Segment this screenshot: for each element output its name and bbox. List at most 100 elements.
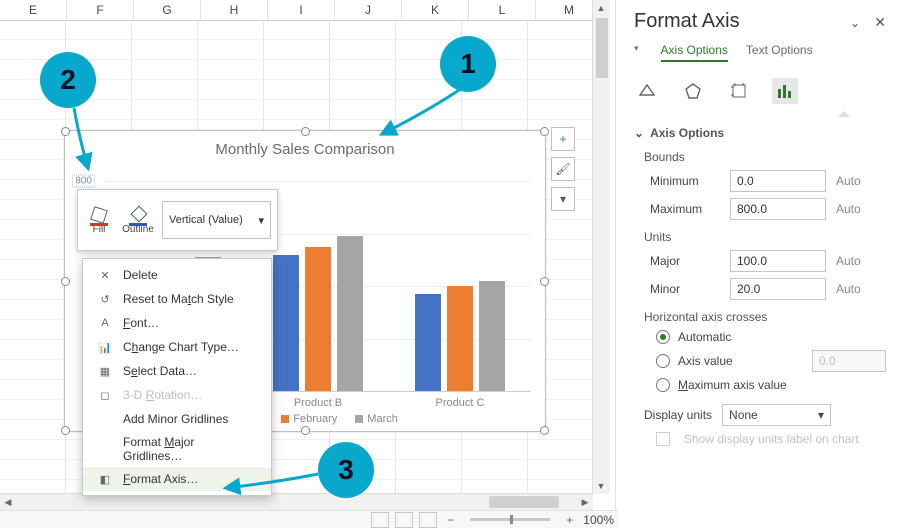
- units-label: Units: [644, 230, 886, 244]
- chart-element-selector[interactable]: Vertical (Value) ▾: [162, 201, 271, 239]
- section-label: Axis Options: [650, 126, 724, 140]
- minimum-label: Minimum: [650, 174, 730, 188]
- col-header[interactable]: E: [0, 0, 67, 20]
- effects-tab-icon[interactable]: [680, 78, 706, 104]
- select-data-icon: ▦: [97, 363, 113, 379]
- bar-group[interactable]: Product B: [273, 181, 363, 391]
- pane-title: Format Axis: [634, 10, 886, 33]
- chevron-down-icon: ⌄: [634, 126, 644, 140]
- view-page-break-button[interactable]: [419, 512, 437, 528]
- rotation-icon: ◻: [97, 387, 113, 403]
- auto-button[interactable]: Auto: [836, 202, 861, 216]
- col-header[interactable]: I: [268, 0, 335, 20]
- bar-feb[interactable]: [305, 247, 331, 391]
- brush-icon: 🖌: [555, 162, 570, 176]
- auto-button[interactable]: Auto: [836, 174, 861, 188]
- maximum-input[interactable]: [730, 198, 826, 220]
- chevron-down-icon: ▾: [818, 408, 824, 422]
- bar-jan[interactable]: [273, 255, 299, 392]
- col-header[interactable]: J: [335, 0, 402, 20]
- menu-label: Format Major Gridlines…: [123, 435, 257, 463]
- tab-caret-icon[interactable]: ▾: [634, 43, 639, 62]
- vertical-scroll-thumb[interactable]: [596, 18, 608, 78]
- zoom-out-button[interactable]: −: [443, 513, 458, 527]
- format-axis-pane: Format Axis ⌄ ✕ ▾ Axis Options Text Opti…: [615, 0, 900, 528]
- display-units-dropdown[interactable]: None▾: [722, 404, 831, 426]
- menu-label: Add Minor Gridlines: [123, 412, 228, 426]
- bounds-label: Bounds: [644, 150, 886, 164]
- pane-collapse-button[interactable]: ⌄: [850, 16, 860, 30]
- scroll-left-button[interactable]: ◀: [0, 494, 16, 510]
- bar-mar[interactable]: [337, 236, 363, 391]
- bar-feb[interactable]: [447, 286, 473, 391]
- minimum-input[interactable]: [730, 170, 826, 192]
- col-header[interactable]: K: [402, 0, 469, 20]
- menu-label: Delete: [123, 268, 158, 282]
- callout-3: 3: [318, 442, 374, 498]
- fill-line-tab-icon[interactable]: [634, 78, 660, 104]
- menu-select-data[interactable]: ▦ Select Data…: [83, 359, 271, 383]
- menu-label: 3-D Rotation…: [123, 388, 202, 402]
- menu-delete[interactable]: ✕ Delete: [83, 263, 271, 287]
- size-tab-icon[interactable]: [726, 78, 752, 104]
- outline-dropdown[interactable]: Outline: [119, 192, 158, 248]
- horizontal-scroll-thumb[interactable]: [489, 496, 559, 508]
- radio-label: Maximum axis value: [678, 378, 787, 392]
- pane-close-button[interactable]: ✕: [874, 14, 886, 31]
- menu-change-chart-type[interactable]: 📊Change Chart Type…: [83, 335, 271, 359]
- minor-label: Minor: [650, 282, 730, 296]
- radio-icon: [656, 378, 670, 392]
- col-header[interactable]: L: [469, 0, 536, 20]
- axis-options-tab-icon[interactable]: [772, 78, 798, 104]
- display-units-label: Display units: [644, 408, 712, 422]
- scroll-right-button[interactable]: ▶: [577, 494, 593, 510]
- radio-max-axis-value[interactable]: Maximum axis value: [656, 378, 886, 392]
- bar-jan[interactable]: [415, 294, 441, 391]
- radio-automatic[interactable]: Automatic: [656, 330, 886, 344]
- zoom-slider[interactable]: [470, 518, 550, 521]
- section-axis-options[interactable]: ⌄ Axis Options: [634, 126, 886, 140]
- fill-dropdown[interactable]: Fill: [80, 192, 119, 248]
- delete-icon: ✕: [97, 267, 113, 283]
- view-normal-button[interactable]: [371, 512, 389, 528]
- menu-label: Select Data…: [123, 364, 197, 378]
- tab-text-options[interactable]: Text Options: [746, 43, 813, 62]
- column-headers: E F G H I J K L M: [0, 0, 610, 21]
- bar-group[interactable]: Product C: [415, 181, 505, 391]
- zoom-level[interactable]: 100%: [583, 513, 614, 527]
- major-input[interactable]: [730, 250, 826, 272]
- col-header[interactable]: F: [67, 0, 134, 20]
- view-page-layout-button[interactable]: [395, 512, 413, 528]
- status-bar: − + 100%: [0, 510, 618, 528]
- zoom-in-button[interactable]: +: [562, 513, 577, 527]
- col-header[interactable]: G: [134, 0, 201, 20]
- menu-add-minor-gridlines[interactable]: Add Minor Gridlines: [83, 407, 271, 431]
- bar-mar[interactable]: [479, 281, 505, 391]
- legend-label: February: [293, 413, 337, 425]
- radio-axis-value[interactable]: Axis value: [656, 350, 886, 372]
- chart-styles-button[interactable]: 🖌: [551, 157, 575, 181]
- funnel-icon: ▾: [560, 192, 566, 206]
- chart-add-element-button[interactable]: +: [551, 127, 575, 151]
- mini-format-toolbar: Fill Outline Vertical (Value) ▾: [77, 189, 278, 251]
- menu-label: Change Chart Type…: [123, 340, 239, 354]
- y-tick-label[interactable]: 800: [72, 175, 95, 188]
- vertical-scrollbar[interactable]: ▲ ▼: [592, 0, 610, 494]
- callout-2: 2: [40, 52, 96, 108]
- auto-button[interactable]: Auto: [836, 282, 861, 296]
- auto-button[interactable]: Auto: [836, 254, 861, 268]
- col-header[interactable]: H: [201, 0, 268, 20]
- axis-value-input: [812, 350, 886, 372]
- scroll-down-button[interactable]: ▼: [593, 478, 609, 494]
- chart-filter-button[interactable]: ▾: [551, 187, 575, 211]
- radio-icon: [656, 330, 670, 344]
- tab-axis-options[interactable]: Axis Options: [661, 43, 728, 62]
- menu-reset-style[interactable]: ↺Reset to Match Style: [83, 287, 271, 311]
- menu-font[interactable]: AFont…: [83, 311, 271, 335]
- scroll-up-button[interactable]: ▲: [593, 0, 609, 16]
- major-label: Major: [650, 254, 730, 268]
- format-axis-icon: ◧: [97, 471, 113, 487]
- radio-icon: [656, 354, 670, 368]
- show-units-label-checkbox: Show display units label on chart: [656, 432, 886, 446]
- minor-input[interactable]: [730, 278, 826, 300]
